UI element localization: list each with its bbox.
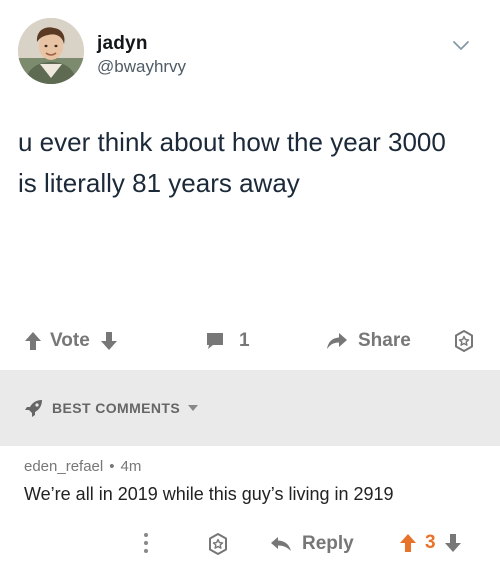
more-options-button[interactable]	[143, 532, 149, 554]
best-comments-bar: BEST COMMENTS	[0, 370, 500, 446]
arrow-down-icon[interactable]	[100, 331, 118, 351]
reply-label: Reply	[302, 533, 354, 554]
vote-control: Vote	[24, 330, 118, 352]
comment-vote-control: 3	[399, 532, 462, 554]
arrow-up-icon[interactable]	[24, 331, 42, 351]
comment-action-bar: Reply 3	[0, 524, 500, 564]
tweet-text: u ever think about how the year 3000 is …	[18, 122, 488, 204]
arrow-down-icon[interactable]	[444, 533, 462, 553]
avatar-photo-icon	[18, 18, 84, 84]
sort-comments-dropdown[interactable]: BEST COMMENTS	[24, 398, 199, 418]
share-label: Share	[358, 330, 411, 351]
tweet-text-line: u ever think about how the year 3000	[18, 127, 446, 157]
reply-button[interactable]: Reply	[270, 533, 354, 555]
share-arrow-icon	[327, 333, 347, 349]
rocket-icon	[25, 400, 42, 417]
display-name[interactable]: jadyn	[97, 33, 148, 55]
vote-label: Vote	[50, 330, 90, 351]
comment-age: 4m	[120, 458, 142, 475]
arrow-up-icon[interactable]	[399, 533, 417, 553]
reply-arrow-icon	[271, 537, 291, 551]
user-handle[interactable]: @bwayhrvy	[97, 57, 186, 77]
comment-text: We’re all in 2019 while this guy’s livin…	[24, 484, 394, 504]
share-button[interactable]: Share	[326, 330, 411, 352]
comment-count: 1	[239, 330, 250, 351]
comment-bubble-icon	[207, 333, 223, 349]
avatar[interactable]	[18, 18, 84, 84]
chevron-down-icon[interactable]	[452, 40, 470, 52]
caret-down-icon	[188, 405, 199, 411]
comment-favorite-button[interactable]	[206, 532, 230, 556]
favorite-button[interactable]	[452, 329, 476, 353]
tweet-text-line: is literally 81 years away	[18, 168, 300, 198]
comment-score: 3	[425, 532, 436, 553]
more-vertical-icon	[144, 533, 148, 553]
comment-button[interactable]: 1	[205, 330, 250, 352]
star-badge-icon	[455, 330, 473, 352]
sort-label: BEST COMMENTS	[52, 400, 181, 416]
comment-meta: eden_refael • 4m	[24, 458, 141, 475]
post-action-bar: Vote 1 Share	[0, 320, 500, 366]
comment-author[interactable]: eden_refael	[24, 458, 103, 475]
star-badge-icon	[209, 533, 227, 555]
tweet-card: jadyn @bwayhrvy u ever think about how t…	[0, 0, 500, 370]
meta-separator: •	[109, 458, 115, 475]
